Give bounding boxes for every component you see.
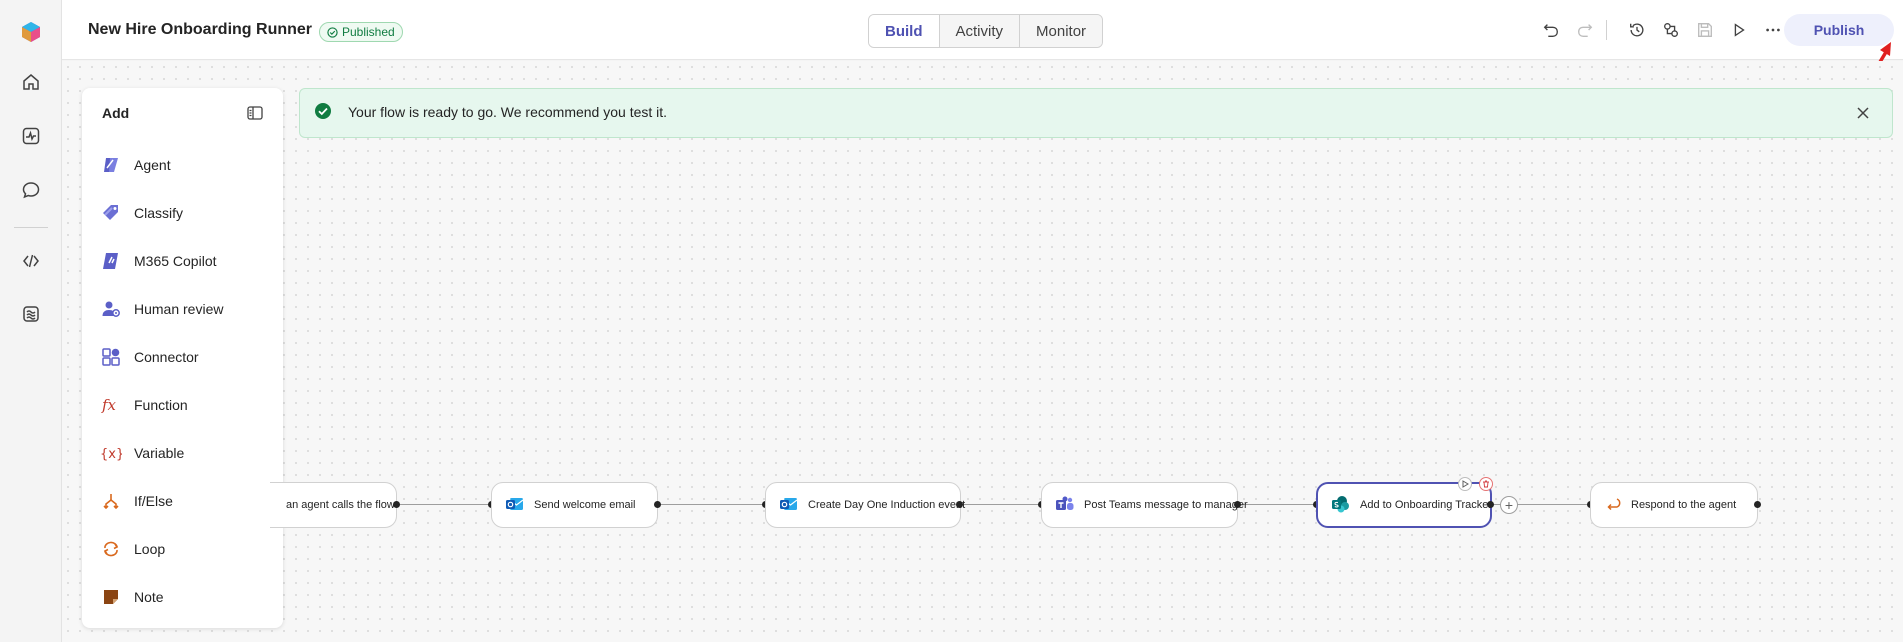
- tab-build[interactable]: Build: [869, 15, 940, 47]
- copilot-icon: [100, 250, 122, 272]
- add-agent-item[interactable]: Agent: [100, 149, 270, 181]
- flow-node-label: Send welcome email: [534, 499, 636, 511]
- connection-handle[interactable]: [1234, 501, 1241, 508]
- add-m365-copilot-item[interactable]: M365 Copilot: [100, 245, 270, 277]
- add-panel: Add Agent Classify M365 Copilot Human re…: [82, 88, 283, 628]
- flow-node-create-day-one-event[interactable]: Create Day One Induction event: [765, 482, 965, 528]
- branch-icon: [100, 490, 122, 512]
- flow-edge: [658, 504, 766, 505]
- respond-icon: [1605, 496, 1621, 515]
- tab-monitor[interactable]: Monitor: [1020, 15, 1103, 47]
- add-loop-label: Loop: [134, 541, 166, 557]
- flow-node-label: Respond to the agent: [1631, 499, 1737, 511]
- test-run-icon[interactable]: [1727, 18, 1751, 42]
- flow-node-label: Add to Onboarding Tracker: [1360, 499, 1493, 511]
- add-note-label: Note: [134, 589, 164, 605]
- app-header: New Hire Onboarding Runner Published Bui…: [62, 0, 1903, 73]
- tab-activity[interactable]: Activity: [939, 15, 1021, 47]
- add-human-review-label: Human review: [134, 301, 224, 317]
- library-icon[interactable]: [15, 298, 47, 330]
- add-function-item[interactable]: fx Function: [100, 389, 270, 421]
- flow-node-send-welcome-email[interactable]: Send welcome email: [491, 482, 658, 528]
- svg-text:fx: fx: [101, 396, 117, 414]
- person-icon: [100, 298, 122, 320]
- flow-node-label: Post Teams message to manager: [1084, 499, 1248, 511]
- left-rail: [0, 0, 62, 642]
- add-human-review-item[interactable]: Human review: [100, 293, 270, 325]
- view-tabs: Build Activity Monitor: [868, 14, 1104, 48]
- svg-text:{x}: {x}: [100, 447, 122, 462]
- page-title: New Hire Onboarding Runner: [88, 21, 313, 38]
- home-icon[interactable]: [15, 66, 47, 98]
- outlook-icon: [506, 496, 524, 515]
- tag-icon: [100, 202, 122, 224]
- rail-divider: [14, 227, 48, 228]
- add-if-else-item[interactable]: If/Else: [100, 485, 270, 517]
- loop-icon: [100, 538, 122, 560]
- flow-canvas[interactable]: [62, 61, 1903, 642]
- more-options-icon[interactable]: [1761, 18, 1785, 42]
- save-icon[interactable]: [1693, 18, 1717, 42]
- add-connector-item[interactable]: Connector: [100, 341, 270, 373]
- sharepoint-icon: [1332, 495, 1350, 516]
- connection-handle[interactable]: [654, 501, 661, 508]
- add-connector-label: Connector: [134, 349, 199, 365]
- note-icon: [100, 586, 122, 608]
- status-badge-label: Published: [342, 25, 395, 39]
- agent-icon: [100, 154, 122, 176]
- add-m365-copilot-label: M365 Copilot: [134, 253, 217, 269]
- function-icon: fx: [100, 394, 122, 416]
- success-banner: Your flow is ready to go. We recommend y…: [299, 88, 1893, 138]
- outlook-icon: [780, 496, 798, 515]
- connector-icon: [100, 346, 122, 368]
- flow-node-respond-to-agent[interactable]: Respond to the agent: [1590, 482, 1758, 528]
- activity-icon[interactable]: [15, 120, 47, 152]
- add-loop-item[interactable]: Loop: [100, 533, 270, 565]
- flow-edge: [960, 504, 1042, 505]
- chat-icon[interactable]: [15, 174, 47, 206]
- add-step-button[interactable]: +: [1500, 496, 1518, 514]
- banner-message: Your flow is ready to go. We recommend y…: [348, 104, 668, 120]
- connection-handle[interactable]: [1487, 501, 1494, 508]
- teams-icon: [1056, 496, 1074, 515]
- add-classify-label: Classify: [134, 205, 184, 221]
- add-function-label: Function: [134, 397, 188, 413]
- add-panel-title: Add: [102, 105, 130, 121]
- flow-node-label: an agent calls the flow: [286, 499, 395, 511]
- panel-collapse-icon[interactable]: [244, 102, 266, 124]
- status-badge: Published: [319, 22, 403, 42]
- flow-edge: [1237, 504, 1317, 505]
- flow-checker-icon[interactable]: [1659, 18, 1683, 42]
- delete-node-icon[interactable]: [1479, 477, 1493, 491]
- flow-edge: [396, 504, 492, 505]
- variable-icon: {x}: [100, 442, 122, 464]
- history-icon[interactable]: [1625, 18, 1649, 42]
- redo-icon[interactable]: [1573, 18, 1597, 42]
- run-node-icon[interactable]: [1458, 477, 1472, 491]
- connection-handle[interactable]: [1754, 501, 1761, 508]
- connection-handle[interactable]: [393, 501, 400, 508]
- add-if-else-label: If/Else: [134, 493, 173, 509]
- add-classify-item[interactable]: Classify: [100, 197, 270, 229]
- add-note-item[interactable]: Note: [100, 581, 270, 613]
- flow-node-trigger[interactable]: an agent calls the flow: [270, 482, 397, 528]
- add-variable-item[interactable]: {x} Variable: [100, 437, 270, 469]
- connection-handle[interactable]: [956, 501, 963, 508]
- close-icon[interactable]: [1852, 102, 1874, 124]
- app-logo-icon[interactable]: [15, 16, 47, 48]
- flow-node-label: Create Day One Induction event: [808, 499, 966, 511]
- flow-node-post-teams-message[interactable]: Post Teams message to manager: [1041, 482, 1248, 528]
- code-icon[interactable]: [15, 245, 47, 277]
- add-variable-label: Variable: [134, 445, 185, 461]
- success-check-icon: [314, 102, 332, 125]
- add-agent-label: Agent: [134, 157, 171, 173]
- header-divider: [1606, 20, 1607, 40]
- check-circle-icon: [327, 26, 338, 38]
- undo-icon[interactable]: [1539, 18, 1563, 42]
